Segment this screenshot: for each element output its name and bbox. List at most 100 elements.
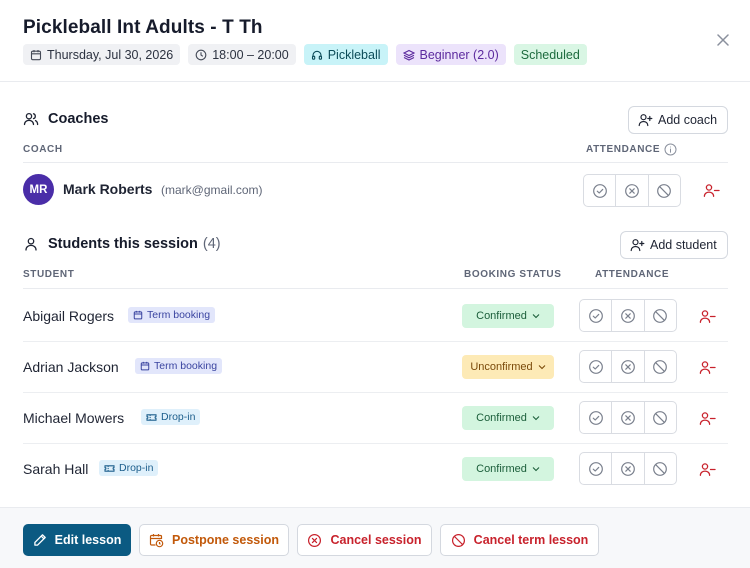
add-coach-button[interactable]: Add coach [628,106,728,134]
cancel-session-button[interactable]: Cancel session [297,524,432,556]
booking-status-label: Unconfirmed [470,361,533,373]
remove-student-button[interactable] [697,459,717,479]
mark-excused-button[interactable] [643,351,676,382]
mark-excused-button[interactable] [647,175,680,206]
mark-absent-button[interactable] [611,351,643,382]
mark-absent-button[interactable] [615,175,647,206]
mark-excused-button[interactable] [643,453,676,484]
booking-status-dropdown[interactable]: Unconfirmed [462,355,554,379]
users-icon [23,112,39,126]
term-booking-tag: Term booking [128,307,216,323]
level-chip: Beginner (2.0) [395,44,506,65]
cancel-term-lesson-label: Cancel term lesson [473,533,589,547]
drop-in-tag: Drop-in [99,460,159,476]
mark-absent-button[interactable] [611,402,643,433]
x-circle-icon [621,308,635,323]
student-name: Adrian Jackson [23,359,119,375]
calendar-icon [133,310,143,320]
headphones-icon [311,50,322,60]
mark-excused-button[interactable] [643,300,676,331]
booking-status-label: Confirmed [476,463,527,475]
clock-icon [195,49,207,60]
term-booking-tag: Term booking [135,358,223,374]
student-attendance-group [579,350,677,383]
coaches-heading: Coaches [23,111,108,127]
date-text: Thursday, Jul 30, 2026 [47,47,174,62]
student-header-divider [23,288,728,289]
ban-icon [451,533,465,547]
mark-present-button[interactable] [580,351,611,382]
x-circle-icon [625,183,639,198]
cancel-term-lesson-button[interactable]: Cancel term lesson [440,524,599,556]
level-text: Beginner (2.0) [419,47,499,62]
modal-title: Pickleball Int Adults - T Th [23,17,263,38]
remove-student-button[interactable] [697,306,717,326]
booking-status-dropdown[interactable]: Confirmed [462,406,554,430]
user-minus-icon [699,462,716,476]
calendar-clock-icon [149,533,164,547]
remove-student-button[interactable] [697,357,717,377]
ban-icon [653,461,668,476]
chevron-down-icon [538,365,546,370]
close-button[interactable] [714,31,732,49]
modal-header: Pickleball Int Adults - T Th Thursday, J… [0,0,750,82]
ban-icon [653,308,668,323]
coaches-heading-text: Coaches [48,111,109,127]
status-text: Scheduled [520,47,580,62]
edit-lesson-button[interactable]: Edit lesson [23,524,131,556]
ticket-icon [146,413,157,421]
tag-label: Term booking [147,309,211,321]
add-coach-label: Add coach [658,113,718,127]
booking-status-header: BOOKING STATUS [464,269,562,280]
tag-label: Drop-in [161,411,196,423]
remove-coach-button[interactable] [701,180,721,200]
booking-status-label: Confirmed [476,310,527,322]
booking-status-dropdown[interactable]: Confirmed [462,304,554,328]
modal-footer: Edit lesson Postpone session Cancel sess… [0,507,750,568]
coach-header-divider [23,162,728,163]
remove-student-button[interactable] [697,408,717,428]
chevron-down-icon [532,416,540,421]
mark-absent-button[interactable] [611,453,643,484]
student-attendance-header: ATTENDANCE [595,269,670,280]
mark-present-button[interactable] [580,300,611,331]
info-icon[interactable] [664,143,677,156]
chevron-down-icon [532,467,540,472]
postpone-session-button[interactable]: Postpone session [139,524,289,556]
tag-label: Term booking [154,360,218,372]
sport-chip: Pickleball [303,44,388,65]
tag-label: Drop-in [119,462,154,474]
close-icon [717,34,729,46]
sport-text: Pickleball [327,47,381,62]
coach-email: (mark@gmail.com) [161,183,263,197]
postpone-session-label: Postpone session [172,533,279,547]
date-chip: Thursday, Jul 30, 2026 [23,44,181,65]
mark-present-button[interactable] [584,175,615,206]
check-circle-icon [588,410,603,425]
status-chip: Scheduled [513,44,587,65]
mark-present-button[interactable] [580,402,611,433]
x-circle-icon [621,461,635,476]
mark-absent-button[interactable] [611,300,643,331]
avatar: MR [23,174,54,205]
calendar-icon [140,361,150,371]
user-minus-icon [699,360,716,374]
user-plus-icon [638,114,653,127]
user-minus-icon [703,183,720,197]
coach-attendance-group [583,174,681,207]
add-student-button[interactable]: Add student [620,231,728,259]
user-minus-icon [699,309,716,323]
check-circle-icon [588,359,603,374]
student-attendance-group [579,401,677,434]
student-column-header: STUDENT [23,269,75,280]
students-heading: Students this session (4) [23,236,221,252]
student-attendance-group [579,452,677,485]
time-text: 18:00 – 20:00 [212,47,289,62]
booking-status-dropdown[interactable]: Confirmed [462,457,554,481]
cancel-session-label: Cancel session [330,533,422,547]
mark-present-button[interactable] [580,453,611,484]
drop-in-tag: Drop-in [141,409,201,425]
coach-attendance-header-text: ATTENDANCE [586,144,661,155]
mark-excused-button[interactable] [643,402,676,433]
user-plus-icon [630,239,645,252]
